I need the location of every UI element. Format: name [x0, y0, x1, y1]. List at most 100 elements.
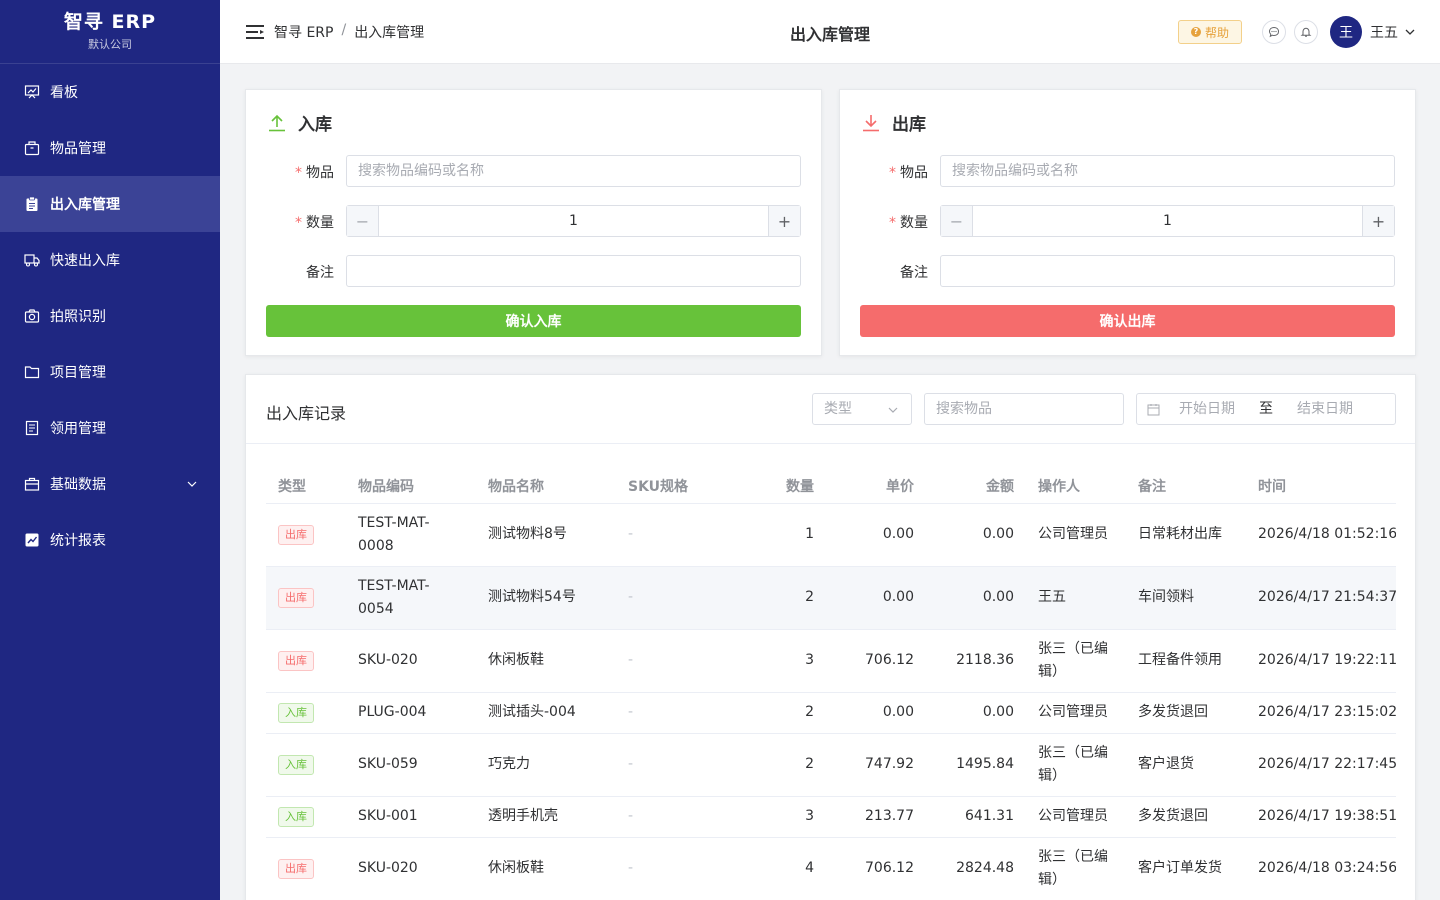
message-button[interactable]	[1262, 20, 1286, 44]
sidebar-item-label: 物品管理	[50, 141, 106, 157]
column-header-operator: 操作人	[1026, 469, 1126, 504]
table-header-row: 类型 物品编码 物品名称 SKU规格 数量 单价 金额 操作人 备注 时间	[266, 469, 1396, 504]
cell-price: 747.92	[826, 733, 926, 797]
cell-sku: -	[616, 796, 746, 838]
table-row[interactable]: 出库 TEST-MAT- 0054 测试物料54号 -2 0.00 0.00 王五 车间领料 20…	[266, 566, 1396, 630]
type-filter-select[interactable]: 类型	[812, 393, 912, 425]
cell-name: 测试物料54号	[476, 566, 616, 630]
type-filter-placeholder: 类型	[824, 401, 852, 417]
outbound-remark-input[interactable]	[940, 255, 1395, 287]
type-badge: 出库	[278, 859, 314, 879]
cell-time: 2026/4/18 03:24:56	[1246, 837, 1396, 900]
camera-icon	[24, 308, 40, 324]
table-row[interactable]: 入库 PLUG-004 测试插头-004-2 0.00 0.00 公司管理员 多发货退回 20…	[266, 692, 1396, 734]
sidebar-item-1[interactable]: 物品管理	[0, 120, 220, 176]
menu-toggle-icon[interactable]	[246, 24, 264, 40]
inbound-decrement-button[interactable]: −	[347, 206, 379, 236]
item-search-input[interactable]: 搜索物品	[924, 393, 1124, 425]
cell-operator: 张三（已编辑）	[1026, 837, 1126, 900]
cell-amount: 641.31	[926, 796, 1026, 838]
confirm-inbound-button[interactable]: 确认入库	[266, 305, 801, 337]
records-table-wrap[interactable]: 类型 物品编码 物品名称 SKU规格 数量 单价 金额 操作人 备注 时间 出库…	[266, 469, 1396, 900]
sidebar-menu: 看板物品管理出入库管理 快速出入库 拍照识别项目管理领用管理 基础数据统计报表	[0, 64, 220, 568]
sidebar-item-4[interactable]: 拍照识别	[0, 288, 220, 344]
confirm-outbound-button[interactable]: 确认出库	[860, 305, 1395, 337]
sidebar-item-6[interactable]: 领用管理	[0, 400, 220, 456]
cell-code: SKU-020	[346, 629, 476, 693]
inbound-remark-input[interactable]	[346, 255, 801, 287]
avatar[interactable]: 王	[1330, 16, 1362, 48]
inbound-increment-button[interactable]: +	[768, 206, 800, 236]
cell-sku: -	[616, 692, 746, 734]
cell-qty: 3	[746, 629, 826, 693]
outbound-decrement-button[interactable]: −	[941, 206, 973, 236]
document-icon	[24, 420, 40, 436]
cell-qty: 2	[746, 692, 826, 734]
column-header-type: 类型	[266, 469, 346, 504]
cell-price: 706.12	[826, 629, 926, 693]
cell-type: 入库	[266, 796, 346, 838]
outbound-qty-row: * 数量 − 1 +	[840, 205, 1415, 237]
cell-operator: 王五	[1026, 566, 1126, 630]
cell-operator: 公司管理员	[1026, 503, 1126, 567]
chevron-down-icon[interactable]	[186, 478, 198, 490]
cell-sku: -	[616, 629, 746, 693]
cell-remark: 日常耗材出库	[1126, 503, 1246, 567]
sidebar-item-3[interactable]: 快速出入库	[0, 232, 220, 288]
company-name[interactable]: 默认公司	[0, 36, 220, 52]
cell-amount: 1495.84	[926, 733, 1026, 797]
sidebar-item-7[interactable]: 基础数据	[0, 456, 220, 512]
outbound-qty-label: * 数量	[889, 215, 928, 231]
date-range-separator: 至	[1259, 401, 1273, 417]
outbound-item-input[interactable]: 搜索物品编码或名称	[940, 155, 1395, 187]
cell-remark: 多发货退回	[1126, 692, 1246, 734]
cell-code: TEST-MAT- 0054	[346, 566, 476, 630]
inbound-item-input[interactable]: 搜索物品编码或名称	[346, 155, 801, 187]
table-row[interactable]: 出库 TEST-MAT- 0008 测试物料8号 -1 0.00 0.00 公司管理员 日常耗材…	[266, 503, 1396, 567]
cell-operator: 张三（已编辑）	[1026, 629, 1126, 693]
help-button[interactable]: ? 帮助	[1178, 20, 1242, 44]
column-header-qty: 数量	[746, 469, 826, 504]
breadcrumb: 智寻 ERP / 出入库管理	[274, 22, 424, 42]
sidebar-item-5[interactable]: 项目管理	[0, 344, 220, 400]
records-title: 出入库记录	[266, 404, 347, 423]
date-start-input[interactable]: 开始日期	[1179, 394, 1235, 424]
inbound-quantity-value[interactable]: 1	[379, 206, 768, 236]
outbound-quantity-value[interactable]: 1	[973, 206, 1362, 236]
sidebar-item-label: 项目管理	[50, 365, 106, 381]
column-header-price: 单价	[826, 469, 926, 504]
cell-type: 入库	[266, 692, 346, 734]
outbound-item-label: * 物品	[889, 165, 928, 181]
date-end-input[interactable]: 结束日期	[1297, 394, 1353, 424]
cell-price: 0.00	[826, 566, 926, 630]
notification-button[interactable]	[1294, 20, 1318, 44]
sidebar-item-8[interactable]: 统计报表	[0, 512, 220, 568]
download-icon	[863, 114, 879, 131]
sidebar-item-2[interactable]: 出入库管理	[0, 176, 220, 232]
inbound-title: 入库	[266, 110, 332, 135]
chart-icon	[24, 532, 40, 548]
cell-sku: -	[616, 503, 746, 567]
table-row[interactable]: 入库 SKU-059 巧克力 -2 747.92 1495.84 张三（已编辑） 客户退货 20…	[266, 733, 1396, 797]
table-row[interactable]: 入库 SKU-001 透明手机壳 -3 213.77 641.31 公司管理员 多发货退回 20…	[266, 796, 1396, 838]
outbound-increment-button[interactable]: +	[1362, 206, 1394, 236]
type-badge: 入库	[278, 703, 314, 723]
calendar-icon	[1147, 404, 1160, 416]
cell-code: SKU-001	[346, 796, 476, 838]
table-row[interactable]: 出库 SKU-020 休闲板鞋 -4 706.12 2824.48 张三（已编辑） 客户订单发…	[266, 837, 1396, 900]
username[interactable]: 王五	[1370, 22, 1398, 42]
sidebar-item-0[interactable]: 看板	[0, 64, 220, 120]
chevron-down-icon[interactable]	[1404, 26, 1416, 38]
sidebar-item-label: 统计报表	[50, 533, 106, 549]
outbound-remark-row: 备注	[840, 255, 1415, 287]
cell-sku: -	[616, 566, 746, 630]
table-row[interactable]: 出库 SKU-020 休闲板鞋 -3 706.12 2118.36 张三（已编辑） 工程备件领…	[266, 629, 1396, 693]
upload-icon	[269, 114, 285, 131]
cell-remark: 工程备件领用	[1126, 629, 1246, 693]
breadcrumb-current: 出入库管理	[354, 25, 425, 41]
cell-code: SKU-020	[346, 837, 476, 900]
breadcrumb-home[interactable]: 智寻 ERP	[274, 22, 333, 42]
date-range-picker[interactable]: 开始日期 至 结束日期	[1136, 393, 1396, 425]
outbound-card: 出库 * 物品 搜索物品编码或名称 * 数量 − 1 + 备注 确认出库	[839, 89, 1416, 356]
cell-time: 2026/4/17 22:17:45	[1246, 733, 1396, 797]
